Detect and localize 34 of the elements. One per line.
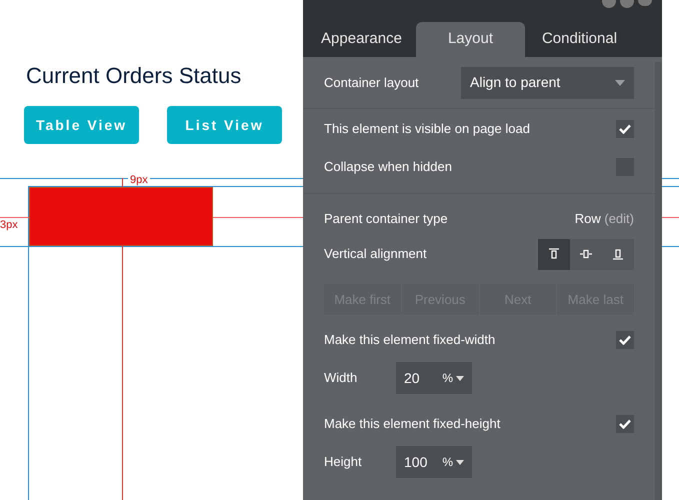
field-label: Width: [324, 369, 358, 388]
margin-label: 3px: [0, 219, 18, 231]
checkbox[interactable]: [616, 331, 634, 349]
checkmark-icon: [619, 419, 631, 429]
checkbox-label: Make this element fixed-height: [324, 415, 500, 434]
alignment-option[interactable]: [538, 238, 570, 270]
checkmark-icon: [619, 335, 631, 345]
view-button[interactable]: Table View: [24, 106, 139, 144]
align-top-icon: [547, 247, 561, 261]
size-field[interactable]: 100 %: [396, 446, 472, 478]
checkbox-label: This element is visible on page load: [324, 120, 530, 138]
caret-icon: [615, 80, 625, 86]
tab[interactable]: Conditional: [525, 22, 634, 57]
size-field[interactable]: 20 %: [396, 362, 472, 394]
checkbox-label: Collapse when hidden: [324, 158, 452, 176]
align-bottom-icon: [611, 247, 625, 261]
view-button[interactable]: List View: [167, 106, 282, 144]
container-type-value: Row (edit): [574, 210, 634, 228]
field-label: Parent container type: [324, 210, 448, 228]
caret-icon: [456, 460, 464, 464]
tab[interactable]: Appearance: [307, 22, 416, 57]
checkmark-icon: [619, 124, 631, 134]
layout-dropdown[interactable]: Align to parent: [461, 66, 634, 98]
margin-label: 9px: [128, 174, 150, 186]
field-label: Vertical alignment: [324, 245, 427, 264]
field-label: Container layout: [324, 74, 420, 92]
page-title: Current Orders Status: [26, 62, 242, 90]
field-label: Height: [324, 453, 363, 472]
checkbox-label: Make this element fixed-width: [324, 331, 496, 350]
align-center-icon: [579, 247, 593, 261]
caret-icon: [456, 376, 464, 380]
checkbox[interactable]: [616, 120, 634, 138]
tab[interactable]: Layout: [416, 22, 525, 57]
checkbox[interactable]: [616, 415, 634, 433]
